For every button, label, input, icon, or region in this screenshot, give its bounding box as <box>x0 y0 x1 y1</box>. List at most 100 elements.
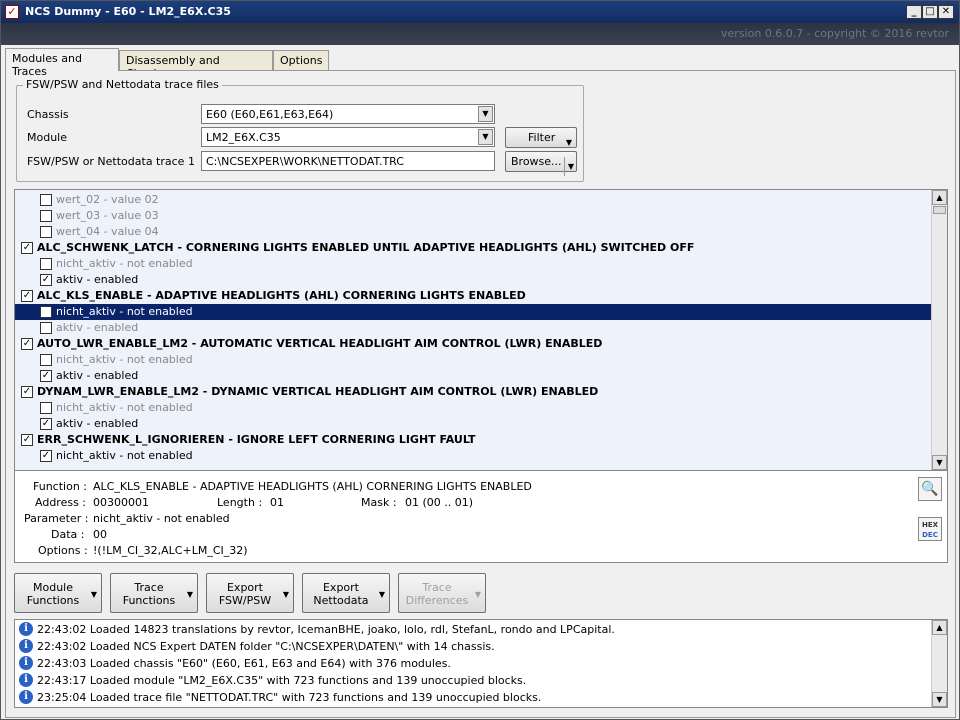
value-row[interactable]: ✓ aktiv - enabled <box>15 416 931 432</box>
value-row[interactable]: ✓ aktiv - enabled <box>15 272 931 288</box>
log-panel: i 22:43:02 Loaded 14823 translations by r… <box>14 619 948 708</box>
chevron-down-icon: ▼ <box>474 590 481 599</box>
version-bar: version 0.6.0.7 - copyright © 2016 revto… <box>1 23 959 45</box>
row-label: nicht_aktiv - not enabled <box>56 257 193 270</box>
action-button-trace-differences[interactable]: Trace Differences ▼ <box>398 573 486 613</box>
length-label: Length : <box>217 496 263 509</box>
checkbox[interactable] <box>40 194 52 206</box>
function-row[interactable]: ✓ ALC_SCHWENK_LATCH - CORNERING LIGHTS EN… <box>15 240 931 256</box>
modules-and-traces-page: FSW/PSW and Nettodata trace files Chassi… <box>5 70 956 718</box>
trace-path-input[interactable]: C:\NCSEXPER\WORK\NETTODAT.TRC <box>201 151 495 171</box>
value-row[interactable]: ✓ nicht_aktiv - not enabled <box>15 304 931 320</box>
window-title: NCS Dummy - E60 - LM2_E6X.C35 <box>25 5 231 18</box>
options-label: Options : <box>38 544 88 557</box>
browse-button[interactable]: Browse... ▼ <box>505 151 577 176</box>
log-scrollbar[interactable]: ▲ ▼ <box>931 620 947 707</box>
row-label: wert_04 - value 04 <box>56 225 159 238</box>
row-label: wert_03 - value 03 <box>56 209 159 222</box>
value-row[interactable]: ✓ aktiv - enabled <box>15 368 931 384</box>
button-label-line1: Export <box>322 581 359 594</box>
trace-label: FSW/PSW or Nettodata trace 1 <box>27 155 195 168</box>
value-row[interactable]: nicht_aktiv - not enabled <box>15 256 931 272</box>
chassis-label: Chassis <box>27 108 69 121</box>
value-row[interactable]: nicht_aktiv - not enabled <box>15 352 931 368</box>
checkbox[interactable]: ✓ <box>21 434 33 446</box>
value-row[interactable]: wert_04 - value 04 <box>15 224 931 240</box>
action-button-export-nettodata[interactable]: Export Nettodata ▼ <box>302 573 390 613</box>
hex-label: HEX <box>921 521 939 529</box>
row-label: nicht_aktiv - not enabled <box>56 401 193 414</box>
checkbox[interactable]: ✓ <box>21 242 33 254</box>
tab-modules-and-traces[interactable]: Modules and Traces <box>5 48 119 78</box>
scroll-down-icon[interactable]: ▼ <box>932 692 947 707</box>
tab-options[interactable]: Options <box>273 50 329 70</box>
value-row[interactable]: ✓ nicht_aktiv - not enabled <box>15 448 931 464</box>
checkbox[interactable]: ✓ <box>21 338 33 350</box>
address-label: Address : <box>35 496 87 509</box>
scroll-up-icon[interactable]: ▲ <box>932 190 947 205</box>
tab-disassembly-and-checksums[interactable]: Disassembly and Checksums <box>119 50 273 80</box>
version-text: version 0.6.0.7 - copyright © 2016 revto… <box>721 27 949 40</box>
checkbox[interactable]: ✓ <box>40 306 52 318</box>
action-button-export-fsw-psw[interactable]: Export FSW/PSW ▼ <box>206 573 294 613</box>
chassis-value: E60 (E60,E61,E63,E64) <box>206 108 334 121</box>
chevron-down-icon[interactable]: ▼ <box>478 106 493 122</box>
info-icon: i <box>19 656 33 670</box>
magnifier-icon[interactable]: 🔍 <box>918 477 942 501</box>
title-bar[interactable]: ✓ NCS Dummy - E60 - LM2_E6X.C35 _ □ ✕ <box>1 1 959 23</box>
tree-scrollbar[interactable]: ▲ ▼ <box>931 190 947 470</box>
row-label: nicht_aktiv - not enabled <box>56 449 193 462</box>
chassis-select[interactable]: E60 (E60,E61,E63,E64) ▼ <box>201 104 495 124</box>
checkbox[interactable] <box>40 322 52 334</box>
log-text: 22:43:17 Loaded module "LM2_E6X.C35" wit… <box>37 674 527 687</box>
checkbox[interactable]: ✓ <box>21 386 33 398</box>
checkbox[interactable] <box>40 258 52 270</box>
checkbox[interactable]: ✓ <box>40 450 52 462</box>
filter-label: Filter <box>528 131 556 144</box>
checkbox[interactable]: ✓ <box>40 370 52 382</box>
value-row[interactable]: wert_03 - value 03 <box>15 208 931 224</box>
chevron-down-icon[interactable]: ▼ <box>563 156 574 176</box>
row-label: ERR_SCHWENK_L_IGNORIEREN - IGNORE LEFT C… <box>37 433 476 446</box>
hex-dec-toggle[interactable]: HEX DEC <box>918 517 942 541</box>
chevron-down-icon: ▼ <box>186 590 193 599</box>
scroll-down-icon[interactable]: ▼ <box>932 455 947 470</box>
value-row[interactable]: nicht_aktiv - not enabled <box>15 400 931 416</box>
checkbox[interactable] <box>40 354 52 366</box>
checkbox[interactable]: ✓ <box>40 274 52 286</box>
maximize-button[interactable]: □ <box>922 5 938 19</box>
checkbox[interactable]: ✓ <box>21 290 33 302</box>
minimize-button[interactable]: _ <box>906 5 922 19</box>
function-row[interactable]: ✓ ALC_KLS_ENABLE - ADAPTIVE HEADLIGHTS (A… <box>15 288 931 304</box>
mask-value: 01 (00 .. 01) <box>405 496 474 509</box>
row-label: aktiv - enabled <box>56 417 139 430</box>
row-label: DYNAM_LWR_ENABLE_LM2 - DYNAMIC VERTICAL … <box>37 385 599 398</box>
button-label-line2: Functions <box>26 594 80 607</box>
filter-button[interactable]: Filter ▼ <box>505 127 577 148</box>
checkbox[interactable] <box>40 402 52 414</box>
action-button-trace-functions[interactable]: Trace Functions ▼ <box>110 573 198 613</box>
action-button-module-functions[interactable]: Module Functions ▼ <box>14 573 102 613</box>
value-row[interactable]: wert_02 - value 02 <box>15 192 931 208</box>
checkbox[interactable] <box>40 226 52 238</box>
function-row[interactable]: ✓ ERR_SCHWENK_L_IGNORIEREN - IGNORE LEFT … <box>15 432 931 448</box>
row-label: aktiv - enabled <box>56 321 139 334</box>
function-tree[interactable]: wert_02 - value 02 wert_03 - value 03 wert… <box>14 189 948 471</box>
value-row[interactable]: aktiv - enabled <box>15 320 931 336</box>
function-row[interactable]: ✓ AUTO_LWR_ENABLE_LM2 - AUTOMATIC VERTICA… <box>15 336 931 352</box>
chevron-down-icon[interactable]: ▼ <box>478 129 493 145</box>
info-icon: i <box>19 673 33 687</box>
button-label-line1: Trace <box>422 581 452 594</box>
checkbox[interactable] <box>40 210 52 222</box>
row-label: aktiv - enabled <box>56 369 139 382</box>
trace-path-value: C:\NCSEXPER\WORK\NETTODAT.TRC <box>206 155 404 168</box>
module-select[interactable]: LM2_E6X.C35 ▼ <box>201 127 495 147</box>
app-icon: ✓ <box>5 5 19 19</box>
scroll-thumb[interactable] <box>933 206 946 214</box>
function-row[interactable]: ✓ DYNAM_LWR_ENABLE_LM2 - DYNAMIC VERTICAL… <box>15 384 931 400</box>
close-button[interactable]: ✕ <box>938 5 954 19</box>
chevron-down-icon: ▼ <box>565 137 572 147</box>
checkbox[interactable]: ✓ <box>40 418 52 430</box>
button-label-line2: Nettodata <box>313 594 369 607</box>
scroll-up-icon[interactable]: ▲ <box>932 620 947 635</box>
